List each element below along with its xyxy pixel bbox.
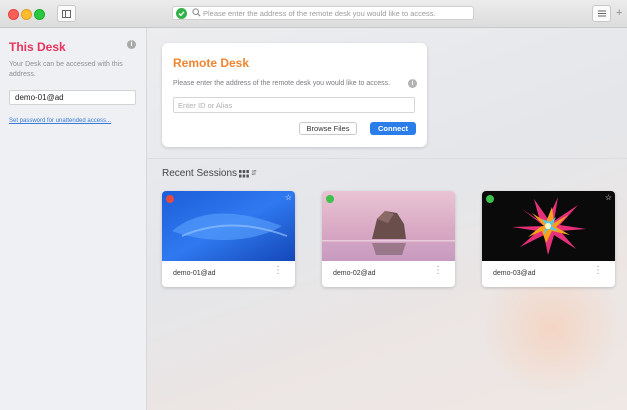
- favorite-star-icon[interactable]: ☆: [285, 193, 292, 202]
- connection-secure-icon: [176, 8, 187, 19]
- info-icon[interactable]: i: [127, 40, 136, 49]
- session-status-indicator: [486, 195, 494, 203]
- sidebar-icon: [62, 9, 71, 18]
- desk-id-field[interactable]: demo-01@ad: [9, 90, 136, 105]
- session-thumbnail[interactable]: [482, 191, 615, 261]
- session-card[interactable]: demo-02@ad ⋮: [322, 191, 455, 287]
- favorite-star-icon[interactable]: ☆: [605, 193, 612, 202]
- session-name: demo-01@ad: [173, 270, 216, 277]
- main-area: Remote Desk Please enter the address of …: [147, 28, 627, 410]
- divider: [147, 158, 627, 159]
- address-input[interactable]: [203, 7, 468, 19]
- remote-desk-title: Remote Desk: [173, 56, 250, 70]
- session-card[interactable]: ☆ demo-03@ad ⋮: [482, 191, 615, 287]
- recent-sessions-title: Recent Sessions: [162, 168, 238, 179]
- session-status-indicator: [166, 195, 174, 203]
- close-window-button[interactable]: [8, 9, 19, 20]
- grid-view-icon[interactable]: [239, 170, 249, 178]
- remote-id-input[interactable]: [173, 97, 415, 113]
- this-desk-sidebar: This Desk i Your Desk can be accessed wi…: [0, 28, 147, 410]
- session-card[interactable]: ☆ demo-01@ad ⋮: [162, 191, 295, 287]
- new-tab-plus-icon[interactable]: +: [616, 7, 622, 19]
- session-name: demo-02@ad: [333, 270, 376, 277]
- remote-desk-card: Remote Desk Please enter the address of …: [162, 43, 427, 147]
- more-options-icon[interactable]: ⋮: [593, 266, 603, 276]
- session-thumbnail[interactable]: [162, 191, 295, 261]
- more-options-icon[interactable]: ⋮: [273, 266, 283, 276]
- title-bar: +: [0, 0, 627, 28]
- hamburger-menu-icon: [597, 10, 606, 17]
- remote-desk-description: Please enter the address of the remote d…: [173, 80, 391, 87]
- this-desk-title: This Desk: [9, 40, 66, 54]
- more-options-icon[interactable]: ⋮: [433, 266, 443, 276]
- browse-files-button[interactable]: Browse Files: [299, 122, 357, 135]
- minimize-window-button[interactable]: [21, 9, 32, 20]
- sort-chevron-icon[interactable]: ⇵: [251, 169, 257, 177]
- zoom-window-button[interactable]: [34, 9, 45, 20]
- session-thumbnail[interactable]: [322, 191, 455, 261]
- session-status-indicator: [326, 195, 334, 203]
- search-icon: [192, 8, 201, 17]
- menu-button[interactable]: [592, 5, 611, 22]
- connect-button[interactable]: Connect: [370, 122, 416, 135]
- set-password-link[interactable]: Set password for unattended access...: [9, 118, 111, 124]
- sidebar-toggle-button[interactable]: [57, 5, 76, 22]
- session-name: demo-03@ad: [493, 270, 536, 277]
- info-icon[interactable]: i: [408, 79, 417, 88]
- this-desk-description: Your Desk can be accessed with this addr…: [9, 61, 123, 78]
